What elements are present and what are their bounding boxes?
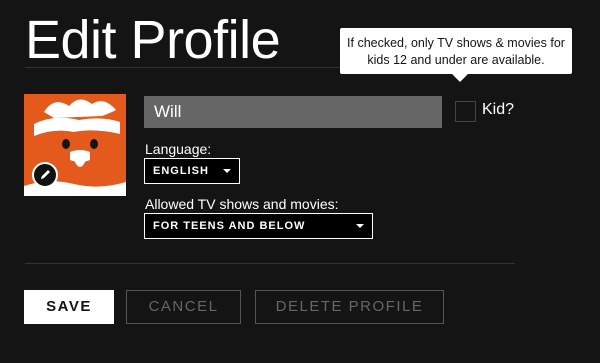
language-selected-value: ENGLISH — [153, 165, 209, 177]
chevron-down-icon — [356, 224, 364, 228]
page-title: Edit Profile — [25, 10, 281, 70]
kid-tooltip: If checked, only TV shows & movies for k… — [340, 28, 572, 82]
kid-checkbox[interactable] — [455, 101, 476, 122]
save-button[interactable]: SAVE — [24, 290, 114, 324]
maturity-selected-value: FOR TEENS AND BELOW — [153, 220, 306, 232]
chevron-down-icon — [223, 169, 231, 173]
cancel-button[interactable]: CANCEL — [126, 290, 241, 324]
edit-avatar-button[interactable] — [32, 162, 58, 188]
language-label: Language: — [145, 141, 212, 157]
pencil-icon — [41, 170, 50, 179]
kid-checkbox-label: Kid? — [482, 101, 515, 118]
profile-avatar[interactable] — [24, 94, 126, 196]
language-select[interactable]: ENGLISH — [144, 158, 240, 184]
delete-profile-button[interactable]: DELETE PROFILE — [255, 290, 444, 324]
form-divider — [25, 263, 515, 264]
maturity-select[interactable]: FOR TEENS AND BELOW — [144, 213, 373, 239]
maturity-label: Allowed TV shows and movies: — [145, 196, 339, 212]
tooltip-text: If checked, only TV shows & movies for k… — [347, 36, 565, 67]
profile-name-input[interactable] — [144, 96, 442, 128]
